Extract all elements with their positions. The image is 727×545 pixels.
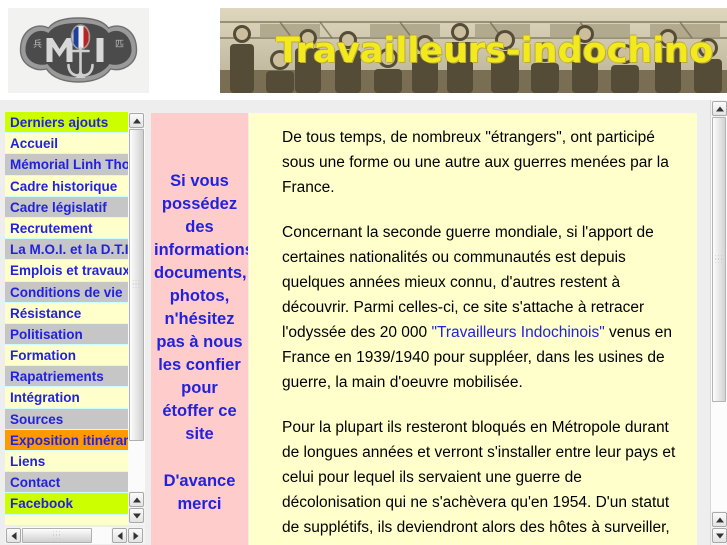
site-header: 兵 匹 Travailleurs-indochino (0, 0, 727, 100)
chevron-left-icon (11, 531, 16, 540)
sidebar-scroll-right-button[interactable] (128, 528, 143, 543)
sidebar-item-label: Accueil (10, 136, 59, 152)
site-banner: Travailleurs-indochino (220, 8, 727, 93)
sidebar-item-15[interactable]: Exposition itinéran (5, 429, 128, 451)
sidebar-menu: Derniers ajouts Accueil Mémorial Linh Tho C… (5, 112, 128, 515)
sidebar-item-label: Conditions de vie (10, 284, 123, 300)
sidebar-item-label: Formation (10, 348, 76, 364)
sidebar-item-label: Cadre législatif (10, 199, 107, 215)
sidebar-item-0[interactable]: Derniers ajouts (5, 112, 128, 134)
sidebar-item-label: Derniers ajouts (10, 115, 109, 130)
content-area: Derniers ajouts Accueil Mémorial Linh Tho C… (0, 100, 727, 545)
sidebar: Derniers ajouts Accueil Mémorial Linh Tho C… (5, 112, 145, 525)
sidebar-item-label: Recrutement (10, 220, 93, 236)
svg-text:匹: 匹 (115, 39, 124, 50)
chevron-up-icon (132, 497, 141, 502)
sidebar-item-13[interactable]: Intégration (5, 387, 128, 409)
sidebar-scroll-left-button[interactable] (6, 528, 21, 543)
page-scroll-down-button[interactable] (712, 528, 727, 543)
page-vertical-scrollbar[interactable]: :::::: (710, 100, 727, 545)
intro-paragraph-1: De tous temps, de nombreux "étrangers", … (282, 129, 669, 196)
sidebar-scroll-down-button[interactable] (129, 508, 144, 523)
sidebar-vscroll-track[interactable]: :::::: (128, 129, 145, 491)
appeal-thanks: D'avance merci (163, 472, 236, 513)
sidebar-item-label: Contact (10, 475, 61, 491)
chevron-left-icon (117, 531, 122, 540)
sidebar-item-4[interactable]: Cadre législatif (5, 196, 128, 218)
sidebar-horizontal-scrollbar[interactable]: :::::: (5, 527, 145, 544)
sidebar-item-label: Emplois et travaux (10, 263, 128, 279)
moi-badge-icon: 兵 匹 (8, 8, 149, 93)
banner-title: Travailleurs-indochino (276, 30, 714, 71)
sidebar-item-label: Résistance (10, 305, 82, 321)
sidebar-item-label: Liens (10, 454, 46, 469)
sidebar-item-2[interactable]: Mémorial Linh Tho (5, 154, 128, 176)
svg-text:兵: 兵 (33, 38, 42, 50)
sidebar-scroll-left-button-2[interactable] (112, 528, 127, 543)
sidebar-item-label: La M.O.I. et la D.T.I (10, 242, 128, 258)
sidebar-item-12[interactable]: Rapatriements (5, 366, 128, 388)
sidebar-item-label: Intégration (10, 390, 80, 406)
sidebar-scroll-up-button[interactable] (129, 113, 144, 128)
sidebar-item-17[interactable]: Contact (5, 472, 128, 494)
sidebar-item-label: Facebook (10, 496, 74, 512)
sidebar-item-14[interactable]: Sources (5, 408, 128, 430)
intro-paragraph-2: Concernant la seconde guerre mondiale, s… (282, 220, 683, 395)
sidebar-item-label: Cadre historique (10, 178, 118, 194)
chevron-down-icon (132, 513, 141, 518)
page-vscroll-thumb[interactable]: :::::: (712, 117, 726, 402)
appeal-panel: Si vous possédez des informations, docum… (151, 113, 248, 545)
moi-badge: 兵 匹 (8, 8, 149, 93)
sidebar-item-label: Exposition itinéran (10, 432, 128, 448)
sidebar-item-5[interactable]: Recrutement (5, 217, 128, 240)
sidebar-hscroll-track[interactable]: :::::: (22, 527, 111, 544)
page-scroll-up-button[interactable] (712, 101, 727, 116)
page-vscroll-track[interactable]: :::::: (711, 117, 727, 511)
scroll-grip-icon: :::::: (52, 529, 62, 541)
sidebar-item-9[interactable]: Résistance (5, 302, 128, 324)
sidebar-hscroll-thumb[interactable]: :::::: (22, 528, 92, 543)
intro-paragraph-3: Pour la plupart ils resteront bloqués en… (282, 419, 676, 545)
sidebar-item-7[interactable]: Emplois et travaux (5, 260, 128, 282)
appeal-text: Si vous possédez des informations, docum… (154, 172, 248, 443)
sidebar-item-label: Rapatriements (10, 369, 104, 385)
sidebar-item-8[interactable]: Conditions de vie (5, 281, 128, 303)
sidebar-item-label: Politisation (10, 326, 83, 342)
page-scroll-up-button-2[interactable] (712, 512, 727, 527)
sidebar-scroll-up-button-2[interactable] (129, 492, 144, 507)
sidebar-item-18[interactable]: Facebook (5, 493, 128, 515)
scroll-grip-icon: :::::: (714, 253, 724, 265)
main-content: De tous temps, de nombreux "étrangers", … (249, 113, 697, 545)
sidebar-item-16[interactable]: Liens (5, 451, 128, 473)
sidebar-item-1[interactable]: Accueil (5, 133, 128, 155)
sidebar-item-6[interactable]: La M.O.I. et la D.T.I (5, 239, 128, 261)
chevron-right-icon (133, 531, 138, 540)
sidebar-vscroll-thumb[interactable]: :::::: (129, 129, 144, 441)
sidebar-item-label: Mémorial Linh Tho (10, 157, 128, 173)
chevron-up-icon (715, 517, 724, 522)
sidebar-item-11[interactable]: Formation (5, 345, 128, 367)
sidebar-item-10[interactable]: Politisation (5, 323, 128, 346)
sidebar-item-label: Sources (10, 411, 64, 427)
sidebar-vertical-scrollbar[interactable]: :::::: (128, 112, 145, 525)
chevron-up-icon (715, 106, 724, 111)
chevron-down-icon (715, 533, 724, 538)
travailleurs-indochinois-link[interactable]: "Travailleurs Indochinois" (431, 324, 604, 341)
page-root: 兵 匹 Travailleurs-indochino Derniers ajou… (0, 0, 727, 545)
sidebar-item-3[interactable]: Cadre historique (5, 175, 128, 197)
scroll-grip-icon: :::::: (132, 279, 141, 290)
chevron-up-icon (132, 118, 141, 123)
